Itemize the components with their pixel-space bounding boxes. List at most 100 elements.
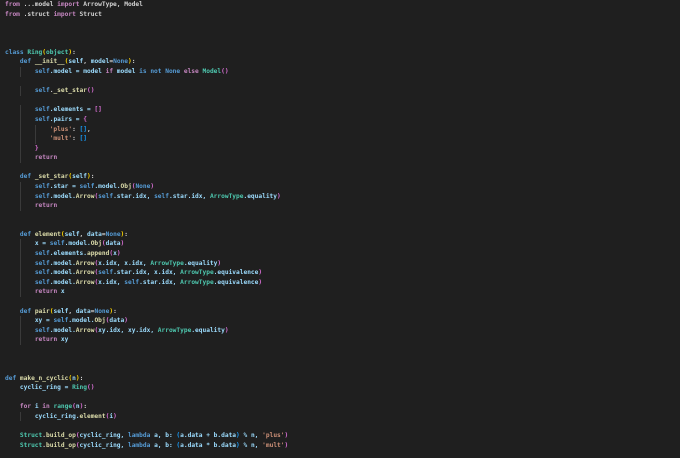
indent-guide: [19, 134, 21, 144]
code-token: make_n_cyclic: [19, 374, 69, 382]
code-line[interactable]: [5, 163, 680, 173]
code-line[interactable]: }: [5, 143, 680, 154]
code-token: Struct: [75, 10, 102, 18]
code-token: .elements =: [49, 106, 95, 114]
code-line[interactable]: [5, 345, 680, 355]
code-token: .model.: [49, 259, 76, 267]
code-token: lambda: [127, 432, 151, 440]
code-token: x: [57, 288, 65, 296]
code-token: a, b:: [150, 432, 177, 440]
code-line[interactable]: [5, 393, 680, 403]
code-token: if: [105, 68, 114, 76]
code-token: ArrowType: [150, 259, 184, 267]
code-line[interactable]: self.model.Arrow(xy.idx, xy.idx, ArrowTy…: [5, 325, 680, 336]
code-line[interactable]: self.star = self.model.Obj(None): [5, 181, 680, 192]
code-token: Obj: [90, 240, 102, 248]
code-line[interactable]: self.model = model if model is not None …: [5, 67, 680, 77]
code-token: self: [53, 307, 69, 315]
code-token: def: [19, 307, 32, 315]
code-token: from: [5, 10, 20, 18]
code-line[interactable]: return: [5, 201, 680, 211]
code-token: Obj: [120, 182, 132, 190]
code-token: .star.idx,: [113, 192, 155, 200]
code-line[interactable]: cyclic_ring = Ring(): [5, 383, 680, 393]
code-line[interactable]: return x: [5, 287, 680, 297]
code-line[interactable]: [5, 421, 680, 431]
code-line[interactable]: Struct.build_op(cyclic_ring, lambda a, b…: [5, 431, 680, 441]
code-line[interactable]: x = self.model.Obj(data): [5, 239, 680, 250]
code-line[interactable]: self.elements = []: [5, 105, 680, 115]
code-line[interactable]: cyclic_ring.element(i): [5, 411, 680, 422]
code-line[interactable]: [5, 297, 680, 307]
code-token: ArrowType: [209, 192, 244, 200]
code-line[interactable]: 'plus': [],: [5, 124, 680, 135]
code-token: % n,: [239, 441, 263, 449]
code-line[interactable]: 'mult': []: [5, 134, 680, 144]
code-line[interactable]: def pair(self, data=None):: [5, 307, 680, 317]
code-token: }: [34, 144, 39, 152]
code-token: return: [34, 336, 58, 344]
code-token: None: [113, 58, 129, 66]
code-token: i: [31, 403, 43, 411]
code-token: ,: [86, 125, 91, 133]
code-line[interactable]: [5, 354, 680, 364]
code-line[interactable]: self._set_star(): [5, 86, 680, 96]
code-line[interactable]: self.elements.append(x): [5, 249, 680, 259]
code-line[interactable]: def __init__(self, model=None):: [5, 57, 680, 67]
code-line[interactable]: return: [5, 153, 680, 163]
code-token: in: [42, 403, 50, 411]
code-line[interactable]: from ...model import ArrowType, Model: [5, 0, 680, 10]
code-token: .star.idx,: [168, 192, 210, 200]
code-line[interactable]: [5, 211, 680, 221]
code-token: self: [34, 269, 50, 277]
code-token: 'mult': [262, 441, 285, 449]
code-line[interactable]: [5, 220, 680, 230]
code-line[interactable]: self.model.Arrow(self.star.idx, self.sta…: [5, 191, 680, 202]
code-line[interactable]: self.pairs = {: [5, 114, 680, 125]
indent-guide: [19, 277, 21, 288]
code-line[interactable]: Struct.build_op(cyclic_ring, lambda a, b…: [5, 441, 680, 451]
code-line[interactable]: xy = self.model.Obj(data): [5, 316, 680, 326]
code-token: ,: [83, 58, 91, 66]
code-token: __init__: [34, 58, 65, 66]
code-token: % n,: [239, 432, 263, 440]
code-token: ArrowType, Model: [79, 1, 143, 8]
code-line[interactable]: self.model.Arrow(self.star.idx, x.idx, A…: [5, 268, 680, 278]
code-line[interactable]: [5, 38, 680, 48]
code-token: import: [53, 10, 76, 18]
code-token: :: [90, 173, 95, 181]
code-line[interactable]: [5, 77, 680, 87]
code-token: ): [120, 240, 125, 248]
code-line[interactable]: from .struct import Struct: [5, 10, 680, 20]
code-line[interactable]: [5, 96, 680, 106]
code-token: .struct: [19, 10, 54, 18]
code-line[interactable]: def _set_star(self):: [5, 172, 680, 182]
code-line[interactable]: self.model.Arrow(x.idx, self.star.idx, A…: [5, 277, 680, 288]
code-token: from: [5, 1, 20, 8]
code-line[interactable]: for i in range(n):: [5, 402, 680, 412]
indent-guide: [19, 239, 21, 250]
code-line[interactable]: [5, 364, 680, 374]
code-token: None: [105, 230, 121, 238]
code-line[interactable]: self.model.Arrow(x.idx, x.idx, ArrowType…: [5, 258, 680, 269]
code-token: Ring: [72, 384, 87, 392]
code-line[interactable]: class Ring(object):: [5, 48, 680, 58]
code-token: def: [19, 173, 32, 181]
code-token: ): [284, 432, 289, 440]
code-line[interactable]: [5, 19, 680, 29]
code-line[interactable]: def make_n_cyclic(n):: [5, 374, 680, 384]
code-line[interactable]: def element(self, data=None):: [5, 230, 680, 240]
code-line[interactable]: return xy: [5, 335, 680, 345]
code-token: (): [86, 87, 95, 95]
code-token: _set_star: [34, 173, 69, 181]
code-token: return: [34, 202, 58, 210]
code-token: .model = model: [49, 68, 106, 76]
code-line[interactable]: [5, 29, 680, 39]
code-token: .equality: [191, 326, 225, 334]
code-token: x =: [34, 240, 50, 248]
code-editor[interactable]: from ...model import ArrowType, Model fro…: [5, 0, 680, 458]
